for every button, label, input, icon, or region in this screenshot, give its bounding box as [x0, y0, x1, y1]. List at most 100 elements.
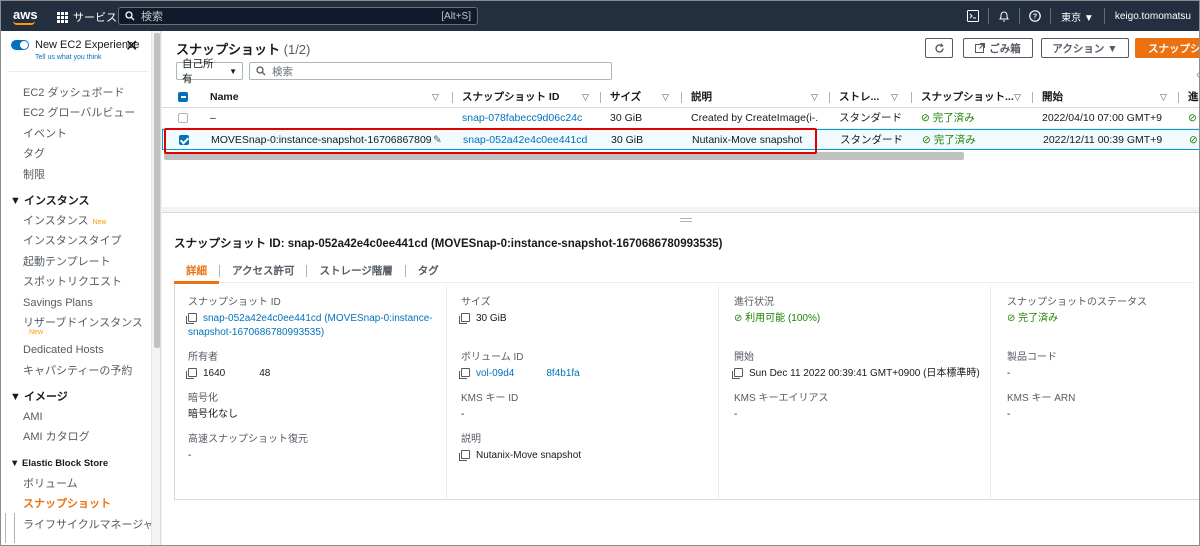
column-header-name[interactable]: Name [210, 87, 239, 108]
column-header-snapshot-id[interactable]: スナップショット ID [462, 87, 559, 108]
sidebar-item[interactable]: スナップショット [1, 494, 151, 514]
sort-icon[interactable]: ▽ [811, 87, 818, 108]
column-divider[interactable] [911, 92, 912, 103]
sidebar-item[interactable]: Dedicated Hosts [1, 340, 151, 360]
sort-icon[interactable]: ▽ [1014, 87, 1021, 108]
scroll-thumb[interactable] [154, 33, 160, 348]
tab-permissions[interactable]: アクセス許可 [220, 259, 306, 283]
started-text: Sun Dec 11 2022 00:39:41 GMT+0900 (日本標準時… [749, 368, 980, 379]
copy-icon[interactable] [459, 368, 470, 379]
snapshot-status-value: ⊘ 完了済み [1007, 312, 1147, 326]
column-divider[interactable] [452, 92, 453, 103]
page-title-text: スナップショット [176, 42, 281, 57]
cell-snapshot-id[interactable]: snap-078fabecc9d06c24c [462, 108, 582, 129]
volume-id-part-1[interactable]: vol-09d4 [476, 368, 514, 379]
sort-icon[interactable]: ▽ [582, 87, 589, 108]
field-label: 開始 [734, 352, 754, 363]
sidebar-item[interactable]: Savings Plans [1, 293, 151, 313]
volume-id-value[interactable]: vol-09d4 8f4b1fa [459, 367, 580, 381]
account-menu[interactable]: keigo.tomomatsu [1105, 11, 1199, 22]
sidebar-item[interactable]: ボリューム [1, 474, 151, 494]
field-label: 暗号化 [188, 393, 218, 404]
new-experience-toggle[interactable]: New EC2 Experience [11, 39, 140, 51]
sidebar-item-label: スナップショット [23, 498, 111, 511]
cloudshell-icon[interactable] [958, 1, 988, 31]
copy-icon[interactable] [459, 313, 470, 324]
copy-icon[interactable] [186, 368, 197, 379]
sidebar-item[interactable]: EC2 グローバルビュー [1, 103, 151, 123]
aws-logo[interactable]: aws [13, 7, 38, 22]
copy-icon[interactable] [186, 313, 197, 324]
sidebar-group-header[interactable]: ▼ Elastic Block Store [1, 452, 151, 474]
column-divider[interactable] [681, 92, 682, 103]
feedback-link[interactable]: Tell us what you think [35, 54, 102, 61]
column-header-started[interactable]: 開始 [1042, 87, 1063, 108]
chevron-left-icon[interactable]: ‹ [1196, 66, 1199, 84]
sort-icon[interactable]: ▽ [432, 87, 439, 108]
select-all-checkbox[interactable] [178, 92, 188, 102]
sidebar-item[interactable]: インスタンス New [1, 211, 151, 231]
top-navigation-bar: aws サービス 検索 [Alt+S] ? 東京 ▼ keigo.tomomat… [1, 1, 1199, 31]
column-divider[interactable] [829, 92, 830, 103]
column-header-progress[interactable]: 進 [1188, 87, 1199, 108]
region-selector[interactable]: 東京 ▼ [1051, 9, 1104, 24]
services-menu-button[interactable]: サービス [57, 9, 117, 25]
bell-icon[interactable] [989, 1, 1019, 31]
recycle-bin-button[interactable]: ごみ箱 [963, 38, 1033, 58]
sidebar-group-header[interactable]: ▼ インスタンス [1, 189, 151, 211]
size-text: 30 GiB [476, 313, 507, 324]
column-header-description[interactable]: 説明 [691, 87, 712, 108]
sidebar-item[interactable]: イベント [1, 124, 151, 144]
table-row[interactable]: – snap-078fabecc9d06c24c 30 GiB Created by … [162, 108, 1199, 129]
sidebar-item[interactable]: タグ [1, 144, 151, 164]
copy-icon[interactable] [732, 368, 743, 379]
split-panel-drag-handle[interactable] [680, 218, 692, 222]
create-snapshot-button[interactable]: スナップショ [1135, 38, 1199, 58]
sort-icon[interactable]: ▽ [1160, 87, 1167, 108]
sidebar-item[interactable]: AMI カタログ [1, 427, 151, 447]
cell-started: 2022/12/11 00:39 GMT+9 [1043, 134, 1163, 146]
actions-button[interactable]: アクション ▼ [1041, 38, 1129, 58]
snapshot-id-value[interactable]: snap-052a42e4c0ee441cd (MOVESnap-0:insta… [186, 312, 438, 340]
toggle-switch[interactable] [11, 40, 29, 50]
snapshot-search-input[interactable]: 検索 [249, 62, 612, 80]
sort-icon[interactable]: ▽ [891, 87, 898, 108]
column-divider[interactable] [1032, 92, 1033, 103]
top-right-controls: ? 東京 ▼ keigo.tomomatsu [958, 1, 1199, 31]
row-checkbox[interactable] [178, 113, 188, 123]
owner-filter-select[interactable]: 自己所有 ▼ [176, 58, 243, 85]
cell-started: 2022/04/10 07:00 GMT+9 [1042, 112, 1162, 124]
volume-id-part-2[interactable]: 8f4b1fa [546, 368, 579, 379]
sidebar-scrollbar[interactable] [151, 31, 160, 545]
sidebar-item[interactable]: 起動テンプレート [1, 252, 151, 272]
refresh-button[interactable] [925, 38, 953, 58]
sidebar-item[interactable]: インスタンスタイプ [1, 231, 151, 251]
column-divider[interactable] [600, 92, 601, 103]
column-header-storage-tier[interactable]: ストレ... [839, 87, 879, 108]
help-icon[interactable]: ? [1020, 1, 1050, 31]
sidebar-item[interactable]: ライフサイクルマネージャー [1, 515, 160, 535]
sort-icon[interactable]: ▽ [662, 87, 669, 108]
column-divider[interactable] [1178, 92, 1179, 103]
sidebar-item[interactable]: 制限 [1, 165, 151, 185]
sidebar-resize-handle[interactable] [5, 513, 15, 543]
copy-icon[interactable] [459, 450, 470, 461]
snapshot-detail-panel: スナップショット ID: snap-052a42e4c0ee441cd (MOV… [162, 212, 1199, 545]
sidebar-item[interactable]: スポットリクエスト [1, 272, 151, 292]
global-search-input[interactable]: 検索 [Alt+S] [118, 7, 478, 25]
close-icon[interactable]: ✕ [125, 39, 138, 55]
tab-details[interactable]: 詳細 [174, 259, 219, 284]
owner-value: 1640 48 [186, 367, 270, 381]
sidebar-item-label: リザーブドインスタンス [23, 316, 143, 329]
column-header-snapshot-status[interactable]: スナップショット... [921, 87, 1014, 108]
field-label: スナップショット ID [188, 297, 281, 308]
sidebar-item[interactable]: キャパシティーの予約 [1, 361, 151, 381]
column-header-size[interactable]: サイズ [610, 87, 641, 108]
snapshot-id-text[interactable]: snap-052a42e4c0ee441cd (MOVESnap-0:insta… [188, 313, 433, 338]
tab-storage-tier[interactable]: ストレージ階層 [307, 259, 404, 283]
tab-tags[interactable]: タグ [406, 259, 451, 283]
sidebar-item[interactable]: AMI [1, 407, 151, 427]
sidebar-item[interactable]: EC2 ダッシュボード [1, 83, 151, 103]
sidebar-item[interactable]: リザーブドインスタンス [1, 313, 151, 333]
sidebar-group-header[interactable]: ▼ イメージ [1, 385, 151, 407]
